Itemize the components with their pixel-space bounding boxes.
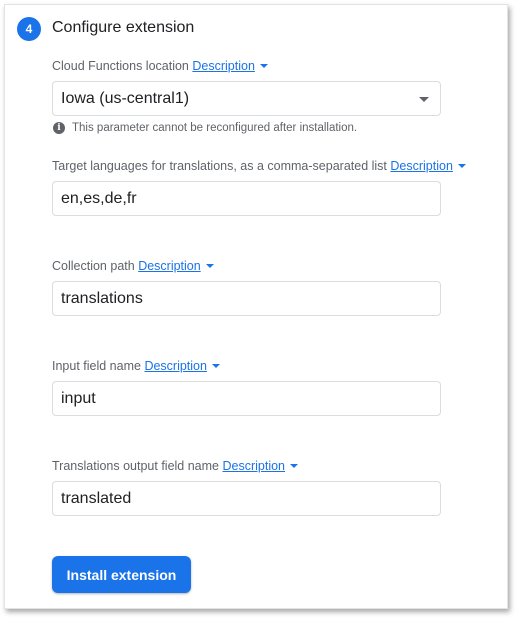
step-title: Configure extension xyxy=(52,19,195,36)
dropdown-arrow-icon[interactable] xyxy=(419,97,429,102)
languages-description-link[interactable]: Description xyxy=(390,159,453,173)
location-select[interactable]: Iowa (us-central1) xyxy=(52,81,441,116)
location-select-value: Iowa (us-central1) xyxy=(61,90,190,107)
collection-path-description-caret-icon[interactable] xyxy=(205,264,214,268)
output-field-name-label-text: Translations output field name xyxy=(52,459,219,473)
step-number-badge: 4 xyxy=(17,17,41,41)
collection-path-field-label: Collection path Description xyxy=(52,258,214,274)
location-description-link[interactable]: Description xyxy=(192,59,255,73)
location-hint: i This parameter cannot be reconfigured … xyxy=(53,121,357,135)
location-description-caret-icon[interactable] xyxy=(259,64,268,68)
location-label-text: Cloud Functions location xyxy=(52,59,189,73)
input-field-name-label-text: Input field name xyxy=(52,359,141,373)
collection-path-input[interactable]: translations xyxy=(52,281,441,316)
languages-input[interactable]: en,es,de,fr xyxy=(52,181,441,216)
location-hint-text: This parameter cannot be reconfigured af… xyxy=(72,122,358,134)
input-field-name-input[interactable]: input xyxy=(52,381,441,416)
languages-description-caret-icon[interactable] xyxy=(457,164,466,168)
output-field-name-description-link[interactable]: Description xyxy=(222,459,285,473)
input-field-name-label: Input field name Description xyxy=(52,358,220,374)
info-icon: i xyxy=(53,122,65,134)
output-field-name-input[interactable]: translated xyxy=(52,481,441,516)
languages-label-text: Target languages for translations, as a … xyxy=(52,159,387,173)
install-extension-button[interactable]: Install extension xyxy=(52,556,191,593)
location-field-label: Cloud Functions location Description xyxy=(52,58,268,74)
output-field-name-description-caret-icon[interactable] xyxy=(290,464,299,468)
output-field-name-label: Translations output field name Descripti… xyxy=(52,458,299,474)
configure-extension-card: 4 Configure extension Cloud Functions lo… xyxy=(4,4,508,609)
collection-path-label-text: Collection path xyxy=(52,259,135,273)
languages-field-label: Target languages for translations, as a … xyxy=(52,158,466,174)
collection-path-description-link[interactable]: Description xyxy=(138,259,201,273)
input-field-name-description-link[interactable]: Description xyxy=(144,359,207,373)
input-field-name-description-caret-icon[interactable] xyxy=(211,364,220,368)
